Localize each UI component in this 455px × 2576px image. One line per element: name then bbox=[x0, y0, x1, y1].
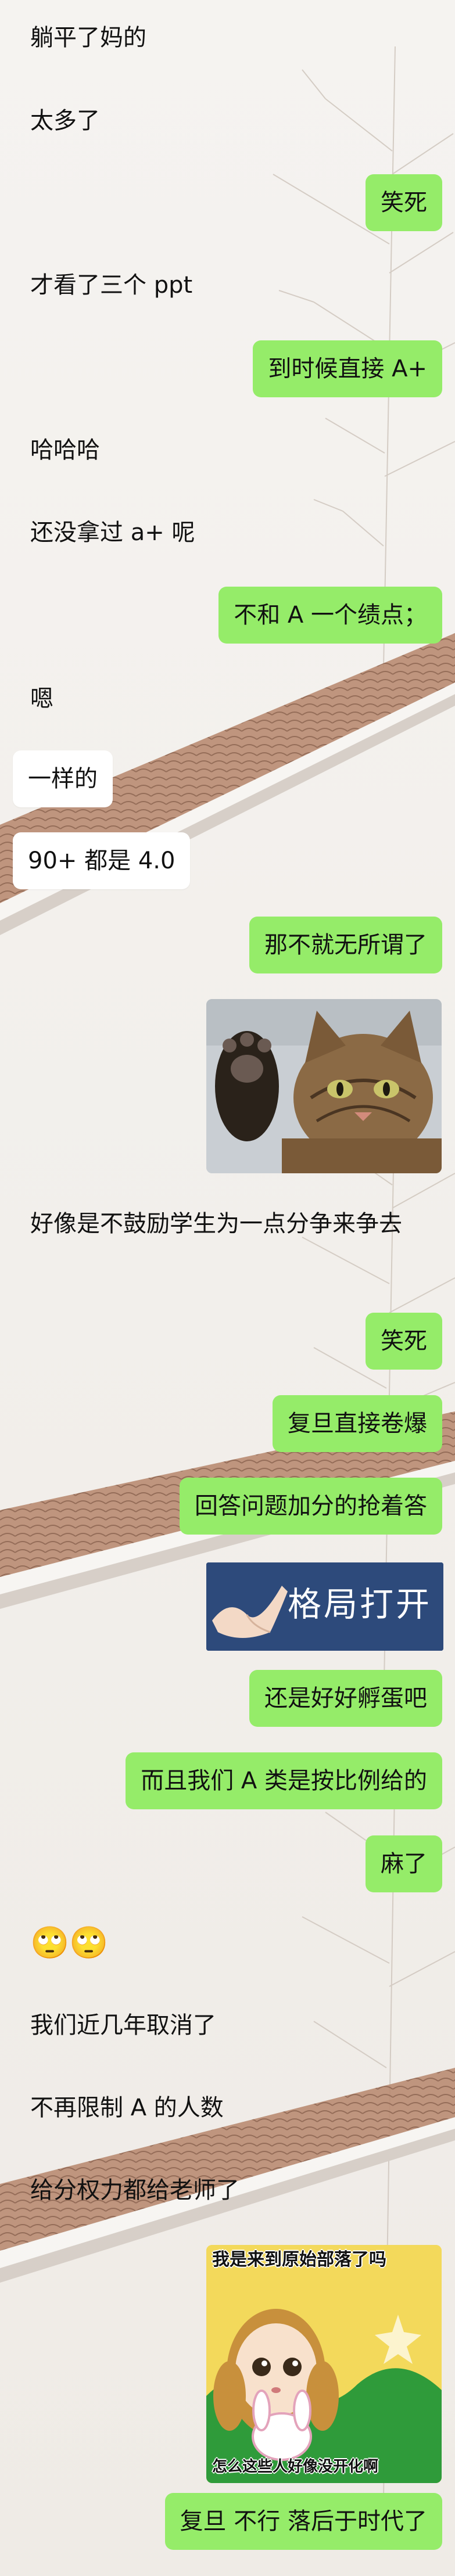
message-row: 笑死 bbox=[366, 174, 442, 231]
message-row: 回答问题加分的抢着答 bbox=[180, 1478, 442, 1535]
message-bubble-sent: 还是好好孵蛋吧 bbox=[249, 1670, 442, 1727]
message-text: 哈哈哈 bbox=[30, 437, 100, 464]
anime-girl-icon bbox=[206, 2245, 442, 2483]
message-text: 嗯 bbox=[30, 685, 53, 712]
message-row: 那不就无所谓了 bbox=[249, 917, 442, 973]
message-bubble-sent: 那不就无所谓了 bbox=[249, 917, 442, 973]
message-text: 不再限制 A 的人数 bbox=[30, 2094, 224, 2121]
message-row: 到时候直接 A+ bbox=[253, 340, 442, 397]
message-emoji: 🙄🙄 bbox=[30, 1924, 109, 1961]
message-bubble-sent: 回答问题加分的抢着答 bbox=[180, 1478, 442, 1535]
message-row: 躺平了妈的 bbox=[0, 16, 177, 59]
anime-meme-sticker[interactable]: 我是来到原始部落了吗 怎么这些人好像没开化啊 bbox=[206, 2245, 442, 2483]
message-text: 还没拿过 a+ 呢 bbox=[30, 519, 195, 546]
geju-sticker-text: 格局打开 bbox=[288, 1585, 432, 1624]
message-text: 才看了三个 ppt bbox=[30, 272, 193, 299]
message-row: 不和 A 一个绩点； bbox=[218, 587, 442, 644]
message-bubble-sent: 笑死 bbox=[366, 174, 442, 231]
message-text: 太多了 bbox=[30, 107, 100, 134]
message-text: 躺平了妈的 bbox=[30, 24, 146, 51]
message-text: 好像是不鼓励学生为一点分争来争去 bbox=[30, 1210, 402, 1237]
message-bubble-sent: 复旦直接卷爆 bbox=[273, 1395, 442, 1452]
message-row: 才看了三个 ppt bbox=[0, 264, 223, 307]
message-row: 我们近几年取消了 bbox=[0, 2004, 246, 2047]
message-row: 笑死 bbox=[366, 1313, 442, 1370]
message-row: 好像是不鼓励学生为一点分争来争去 bbox=[0, 1202, 455, 1245]
message-bubble-sent: 而且我们 A 类是按比例给的 bbox=[126, 1752, 442, 1809]
message-bubble-received: 90+ 都是 4.0 bbox=[13, 832, 191, 889]
geju-sticker[interactable]: 格局打开 bbox=[206, 1562, 443, 1651]
message-row: 一样的 bbox=[13, 750, 113, 807]
message-row: 复旦直接卷爆 bbox=[273, 1395, 442, 1452]
message-text: 给分权力都给老师了 bbox=[30, 2177, 239, 2204]
message-bubble-sent: 复旦 不行 落后于时代了 bbox=[164, 2493, 442, 2550]
message-row: 🙄🙄 bbox=[0, 1919, 138, 1967]
sticker-caption-bottom: 怎么这些人好像没开化啊 bbox=[212, 2458, 379, 2476]
message-row: 太多了 bbox=[0, 99, 130, 142]
message-row: 还没拿过 a+ 呢 bbox=[0, 511, 225, 554]
message-row: 复旦 不行 落后于时代了 bbox=[164, 2493, 442, 2550]
sticker-caption-top: 我是来到原始部落了吗 bbox=[212, 2250, 386, 2270]
message-bubble-sent: 不和 A 一个绩点； bbox=[218, 587, 442, 644]
message-row: 还是好好孵蛋吧 bbox=[249, 1670, 442, 1727]
message-row: 哈哈哈 bbox=[0, 429, 130, 472]
message-bubble-sent: 麻了 bbox=[366, 1835, 442, 1892]
message-row: 90+ 都是 4.0 bbox=[13, 832, 191, 889]
message-bubble-received: 一样的 bbox=[13, 750, 113, 807]
cat-sticker[interactable] bbox=[206, 999, 442, 1173]
message-text: 我们近几年取消了 bbox=[30, 2012, 216, 2039]
message-row: 不再限制 A 的人数 bbox=[0, 2086, 254, 2129]
message-bubble-sent: 到时候直接 A+ bbox=[253, 340, 442, 397]
message-row: 而且我们 A 类是按比例给的 bbox=[126, 1752, 442, 1809]
message-row: 麻了 bbox=[366, 1835, 442, 1892]
message-bubble-sent: 笑死 bbox=[366, 1313, 442, 1370]
cat-salute-sticker bbox=[206, 999, 442, 1173]
message-row: 嗯 bbox=[0, 677, 84, 720]
message-row: 给分权力都给老师了 bbox=[0, 2169, 270, 2212]
chat-message-list: 躺平了妈的 太多了 笑死 才看了三个 ppt 到时候直接 A+ 哈哈哈 还没拿过… bbox=[0, 0, 455, 2576]
